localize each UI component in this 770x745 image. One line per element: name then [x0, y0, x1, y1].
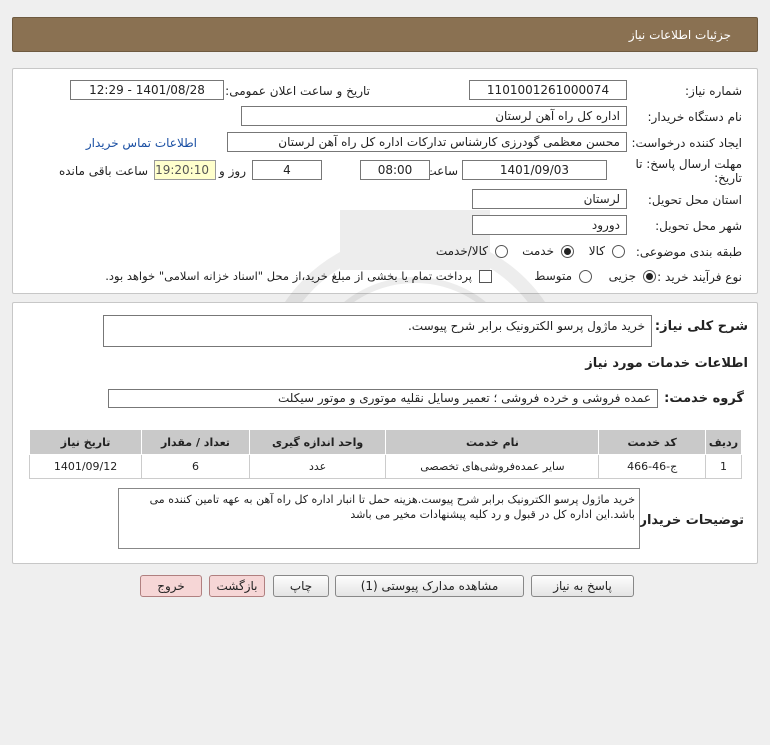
exit-button[interactable]: خروج [140, 575, 202, 597]
category-service-radio[interactable] [561, 245, 574, 258]
service-group-field: عمده فروشی و خرده فروشی ؛ تعمیر وسایل نق… [108, 389, 658, 408]
reply-button[interactable]: پاسخ به نیاز [531, 575, 634, 597]
category-goods-radio[interactable] [612, 245, 625, 258]
col-service-code: کد خدمت [598, 429, 706, 455]
category-label: طبقه بندی موضوعی: [635, 245, 742, 259]
col-service-name: نام خدمت [385, 429, 600, 455]
city-field: دورود [472, 215, 627, 235]
remaining-time-field: 19:20:10 [154, 160, 216, 180]
need-number-field: 1101001261000074 [469, 80, 627, 100]
col-quantity: تعداد / مقدار [141, 429, 250, 455]
contact-buyer-link[interactable]: اطلاعات تماس خریدار [86, 136, 197, 150]
col-row-number: ردیف [704, 429, 743, 455]
deadline-date-field: 1401/09/03 [462, 160, 607, 180]
process-minor-label: جزیی [608, 269, 636, 283]
buyer-org-field: اداره کل راه آهن لرستان [241, 106, 627, 126]
days-field: 4 [252, 160, 322, 180]
category-goods-service-label: کالا/خدمت [435, 244, 488, 258]
attachments-button[interactable]: مشاهده مدارک پیوستی (1) [335, 575, 524, 597]
process-medium-radio[interactable] [579, 270, 592, 283]
days-label: روز و [219, 164, 246, 178]
province-field: لرستان [472, 189, 627, 209]
province-label: استان محل تحویل: [647, 193, 742, 207]
buyer-org-label: نام دستگاه خریدار: [647, 110, 743, 124]
cell-service-code: ج-46-466 [598, 454, 706, 479]
services-section-title: اطلاعات خدمات مورد نیاز [585, 356, 748, 371]
buyer-notes-label: توضیحات خریدار: [634, 513, 744, 528]
process-medium-label: متوسط [534, 269, 572, 283]
summary-label: شرح کلی نیاز: [654, 319, 748, 334]
back-button[interactable]: بازگشت [209, 575, 265, 597]
city-label: شهر محل تحویل: [655, 219, 742, 233]
print-button[interactable]: چاپ [273, 575, 329, 597]
treasury-payment-checkbox[interactable] [479, 270, 492, 283]
hour-label: ساعت [425, 164, 458, 178]
cell-row-number: 1 [704, 454, 743, 479]
table-row: 1 ج-46-466 سایر عمده‌فروشی‌های تخصصی عدد… [28, 454, 743, 479]
treasury-payment-note: پرداخت تمام یا بخشی از مبلغ خرید،از محل … [105, 269, 472, 283]
need-number-label: شماره نیاز: [685, 84, 742, 98]
cell-unit: عدد [248, 454, 387, 479]
category-goods-label: کالا [588, 244, 605, 258]
page-title: جزئیات اطلاعات نیاز [628, 28, 731, 42]
page-header: جزئیات اطلاعات نیاز [12, 17, 758, 52]
announce-label: تاریخ و ساعت اعلان عمومی: [225, 84, 370, 98]
table-header-row: ردیف کد خدمت نام خدمت واحد اندازه گیری ت… [28, 429, 743, 455]
summary-field: خرید ماژول پرسو الکترونیک برابر شرح پیوس… [103, 315, 652, 347]
cell-need-date: 1401/09/12 [28, 454, 143, 479]
process-label: نوع فرآیند خرید : [657, 270, 742, 284]
services-table: ردیف کد خدمت نام خدمت واحد اندازه گیری ت… [28, 429, 743, 479]
creator-field: محسن معظمی گودرزی کارشناس تدارکات اداره … [227, 132, 627, 152]
category-service-label: خدمت [522, 244, 554, 258]
deadline-label: مهلت ارسال پاسخ: تا تاریخ: [635, 157, 742, 185]
buyer-notes-field: خرید ماژول پرسو الکترونیک برابر شرح پیوس… [118, 488, 640, 549]
col-unit: واحد اندازه گیری [248, 429, 387, 455]
category-goods-service-radio[interactable] [495, 245, 508, 258]
col-need-date: تاریخ نیاز [28, 429, 143, 455]
creator-label: ایجاد کننده درخواست: [631, 136, 742, 150]
service-group-label: گروه خدمت: [664, 391, 744, 406]
deadline-time-field: 08:00 [360, 160, 430, 180]
announce-field: 1401/08/28 - 12:29 [70, 80, 224, 100]
process-minor-radio[interactable] [643, 270, 656, 283]
cell-service-name: سایر عمده‌فروشی‌های تخصصی [385, 454, 600, 479]
cell-quantity: 6 [141, 454, 250, 479]
remaining-label: ساعت باقی مانده [58, 164, 148, 178]
